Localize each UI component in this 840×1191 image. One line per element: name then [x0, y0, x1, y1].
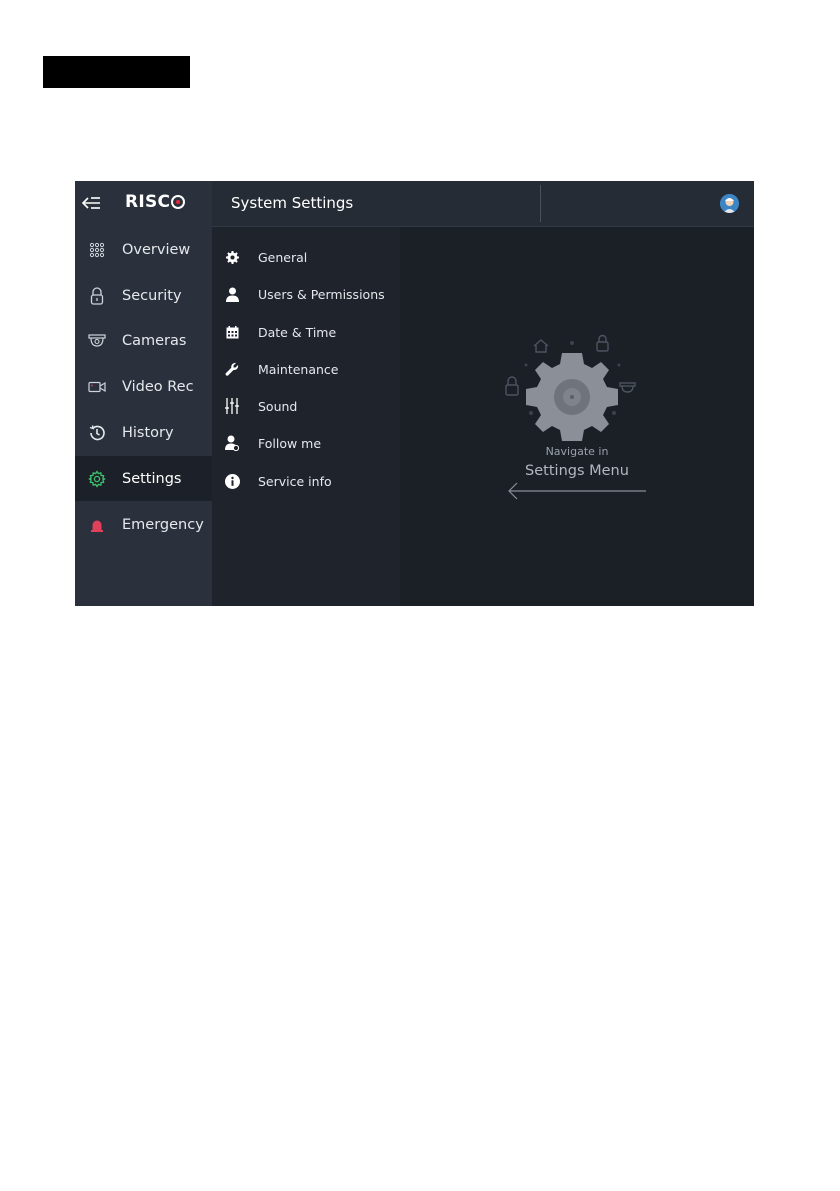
follow-me-icon	[224, 435, 240, 451]
sidebar-item-label: History	[122, 424, 174, 441]
cog-icon	[224, 249, 240, 265]
settings-item-users-permissions[interactable]: Users & Permissions	[212, 279, 400, 309]
hint-settings-menu: Settings Menu	[525, 463, 629, 479]
sidebar-item-overview[interactable]: Overview	[75, 227, 212, 272]
sidebar-item-label: Cameras	[122, 332, 187, 349]
settings-item-label: Service info	[258, 473, 332, 489]
settings-item-label: Users & Permissions	[258, 286, 385, 302]
grid-dots-icon	[88, 241, 106, 259]
hint-navigate-in: Navigate in	[545, 445, 609, 458]
sidebar-item-label: Security	[122, 287, 182, 304]
risco-logo: RISC	[125, 192, 186, 212]
sidebar-item-settings[interactable]: Settings	[75, 456, 212, 501]
settings-item-service-info[interactable]: Service info	[212, 466, 400, 496]
settings-item-label: Follow me	[258, 435, 322, 451]
settings-content-placeholder: Navigate in Settings Menu	[400, 227, 754, 606]
collapse-menu-icon[interactable]	[81, 194, 103, 214]
settings-submenu: General Users & Permissions Date & Time …	[212, 227, 400, 606]
sidebar-item-emergency[interactable]: Emergency	[75, 502, 212, 547]
home-icon	[533, 339, 549, 353]
settings-item-follow-me[interactable]: Follow me	[212, 428, 400, 458]
info-icon	[224, 473, 240, 489]
settings-item-label: Date & Time	[258, 324, 337, 340]
siren-icon	[88, 516, 106, 534]
sidebar: RISC Overview Security Cameras Video Rec…	[75, 181, 212, 606]
settings-item-label: Maintenance	[258, 361, 339, 377]
sidebar-item-label: Video Rec	[122, 378, 194, 395]
sidebar-item-security[interactable]: Security	[75, 273, 212, 318]
sidebar-item-label: Settings	[122, 470, 182, 487]
settings-illustration	[505, 334, 646, 500]
avatar[interactable]	[720, 194, 739, 213]
sidebar-item-history[interactable]: History	[75, 410, 212, 455]
settings-item-maintenance[interactable]: Maintenance	[212, 354, 400, 384]
app-window: RISC Overview Security Cameras Video Rec…	[75, 181, 754, 606]
video-camera-icon	[88, 378, 106, 396]
user-icon	[224, 286, 240, 302]
padlock-icon	[88, 286, 106, 305]
redacted-title-block	[43, 56, 190, 88]
settings-item-general[interactable]: General	[212, 242, 400, 272]
sidebar-item-cameras[interactable]: Cameras	[75, 318, 212, 363]
gear-icon	[88, 469, 106, 488]
sidebar-item-video-rec[interactable]: Video Rec	[75, 364, 212, 409]
gear-icon	[526, 353, 618, 441]
equalizer-icon	[224, 398, 240, 414]
sidebar-item-label: Overview	[122, 241, 191, 258]
sidebar-header: RISC	[75, 181, 212, 227]
page-title: System Settings	[231, 194, 354, 212]
settings-item-date-time[interactable]: Date & Time	[212, 317, 400, 347]
header-divider	[540, 185, 541, 222]
settings-item-sound[interactable]: Sound	[212, 391, 400, 421]
settings-item-label: General	[258, 249, 308, 265]
settings-item-label: Sound	[258, 398, 298, 414]
wrench-icon	[224, 361, 240, 377]
camera-dome-icon	[88, 332, 106, 350]
history-clock-icon	[88, 424, 106, 442]
top-bar: System Settings	[212, 181, 754, 227]
calendar-icon	[224, 324, 240, 340]
sidebar-item-label: Emergency	[122, 516, 204, 533]
arrow-left-icon	[508, 482, 646, 500]
